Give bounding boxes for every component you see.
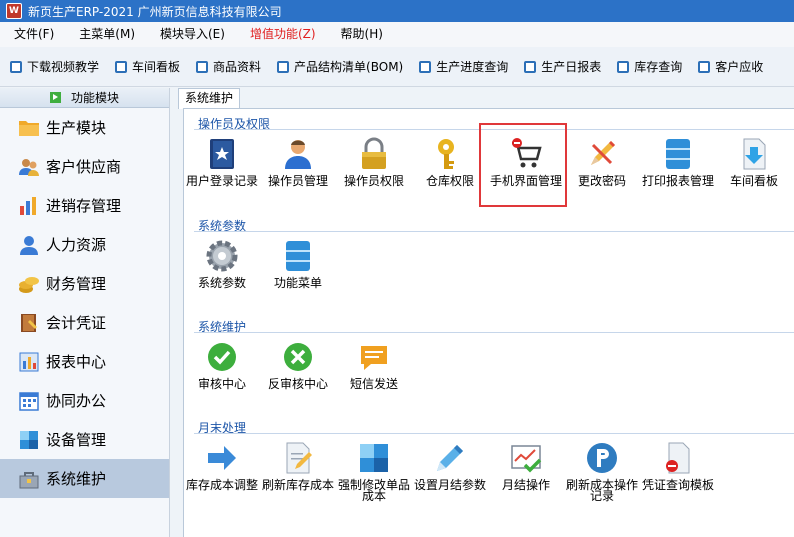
gear-icon	[206, 240, 238, 272]
padlock-icon	[362, 137, 386, 169]
sidebar-item-inventory[interactable]: 进销存管理	[0, 186, 169, 225]
close-circle-icon	[284, 343, 312, 371]
document-delete-icon	[666, 442, 690, 474]
toolbar-checkbox-icon	[196, 60, 209, 73]
sidebar-item-system-maintenance[interactable]: 系统维护	[0, 459, 169, 498]
system-params-button[interactable]: 系统参数	[184, 239, 260, 289]
menu-file[interactable]: 文件(F)	[0, 22, 64, 47]
users-icon	[19, 158, 39, 176]
database-icon	[286, 241, 310, 271]
toolbar-receivables-button[interactable]: 客户应收	[698, 58, 763, 75]
sidebar-item-finance[interactable]: 财务管理	[0, 264, 169, 303]
menu-module-import[interactable]: 模块导入(E)	[145, 22, 235, 47]
sidebar-header: 功能模块	[0, 88, 169, 108]
toolbar-checkbox-icon	[524, 60, 537, 73]
bar-chart-icon	[20, 196, 36, 215]
force-modify-cost-button[interactable]: 强制修改单品成本	[336, 441, 412, 502]
refresh-inventory-cost-button[interactable]: 刷新库存成本	[260, 441, 336, 491]
sidebar-item-office[interactable]: 协同办公	[0, 381, 169, 420]
database-icon	[666, 139, 690, 169]
equipment-icon	[20, 430, 38, 449]
reverse-audit-center-button[interactable]: 反审核中心	[260, 340, 336, 390]
menu-bar: 文件(F) 主菜单(M) 模块导入(E) 增值功能(Z) 帮助(H)	[0, 22, 794, 47]
month-end-operation-button[interactable]: 月结操作	[488, 441, 564, 491]
toolbar: 下载视频教学 车间看板 商品资料 产品结构清单(BOM) 生产进度查询 生产日报…	[0, 47, 794, 87]
set-month-end-params-button[interactable]: 设置月结参数	[412, 441, 488, 491]
toolbar-progress-query-button[interactable]: 生产进度查询	[419, 58, 508, 75]
blocks-icon	[360, 444, 388, 472]
sidebar-item-equipment[interactable]: 设备管理	[0, 420, 169, 459]
pen-icon	[437, 445, 463, 471]
operator-permissions-button[interactable]: 操作员权限	[336, 137, 412, 187]
toolbar-inventory-query-button[interactable]: 库存查询	[617, 58, 682, 75]
user-login-log-button[interactable]: 用户登录记录	[184, 137, 260, 187]
toolbar-checkbox-icon	[277, 60, 290, 73]
menu-main[interactable]: 主菜单(M)	[64, 22, 145, 47]
sidebar-item-accounting[interactable]: 会计凭证	[0, 303, 169, 342]
voucher-query-template-button[interactable]: 凭证查询模板	[640, 441, 716, 491]
login-book-icon	[210, 139, 234, 169]
folder-icon	[19, 120, 39, 136]
title-bar: W 新页生产ERP-2021 广州新页信息科技有限公司	[0, 0, 794, 22]
audit-center-button[interactable]: 审核中心	[184, 340, 260, 390]
report-icon	[19, 352, 39, 371]
inventory-cost-adjust-button[interactable]: 库存成本调整	[184, 441, 260, 491]
calendar-icon	[19, 391, 39, 411]
chart-check-icon	[511, 445, 542, 473]
app-logo-icon: W	[6, 3, 22, 19]
module-sidebar: 功能模块 生产模块 客户供应商 进销存管理 人力资源 财务管理 会计凭证 报表中…	[0, 88, 170, 537]
play-icon	[49, 92, 61, 103]
key-icon	[438, 139, 454, 169]
edit-document-icon	[286, 442, 312, 474]
toolbar-checkbox-icon	[115, 60, 128, 73]
refresh-cost-log-button[interactable]: 刷新成本操作记录	[564, 441, 640, 502]
highlight-rectangle	[479, 123, 567, 207]
sidebar-item-reports[interactable]: 报表中心	[0, 342, 169, 381]
sidebar-item-customer-supplier[interactable]: 客户供应商	[0, 147, 169, 186]
arrow-right-icon	[208, 446, 236, 470]
tab-strip: 系统维护	[178, 88, 794, 109]
main-content: 操作员及权限 用户登录记录 操作员管理 操作员权限 仓库权限 手机界面管理 更改…	[183, 108, 794, 537]
toolbar-daily-report-button[interactable]: 生产日报表	[524, 58, 601, 75]
person-icon	[20, 235, 38, 255]
download-document-icon	[743, 138, 766, 170]
toolbox-icon	[19, 471, 39, 488]
check-circle-icon	[208, 343, 236, 371]
section-divider	[194, 433, 794, 434]
operator-user-icon	[285, 140, 311, 169]
tab-system-maintenance[interactable]: 系统维护	[178, 88, 241, 109]
toolbar-checkbox-icon	[419, 60, 432, 73]
window-title: 新页生产ERP-2021 广州新页信息科技有限公司	[28, 4, 282, 19]
chat-bubble-icon	[361, 346, 387, 370]
toolbar-checkbox-icon	[10, 60, 22, 73]
print-report-management-button[interactable]: 打印报表管理	[640, 137, 716, 187]
notebook-icon	[21, 313, 37, 332]
operator-management-button[interactable]: 操作员管理	[260, 137, 336, 187]
section-divider	[194, 231, 794, 232]
warehouse-permissions-button[interactable]: 仓库权限	[412, 137, 488, 187]
toolbar-workshop-board-button[interactable]: 车间看板	[115, 58, 180, 75]
section-divider	[194, 332, 794, 333]
change-password-button[interactable]: 更改密码	[564, 137, 640, 187]
workshop-board-button[interactable]: 车间看板	[716, 137, 792, 187]
toolbar-checkbox-icon	[698, 60, 711, 73]
toolbar-bom-button[interactable]: 产品结构清单(BOM)	[277, 58, 403, 75]
menu-help[interactable]: 帮助(H)	[326, 22, 393, 47]
sidebar-item-production[interactable]: 生产模块	[0, 108, 169, 147]
function-menu-button[interactable]: 功能菜单	[260, 239, 336, 289]
toolbar-product-info-button[interactable]: 商品资料	[196, 58, 261, 75]
coins-icon	[19, 276, 39, 293]
toolbar-checkbox-icon	[617, 60, 630, 73]
sidebar-item-hr[interactable]: 人力资源	[0, 225, 169, 264]
p-badge-icon	[587, 443, 617, 473]
menu-value-added[interactable]: 增值功能(Z)	[235, 22, 326, 47]
sms-send-button[interactable]: 短信发送	[336, 340, 412, 390]
toolbar-video-tutorial-button[interactable]: 下载视频教学	[10, 58, 99, 75]
pencil-icon	[591, 141, 615, 165]
